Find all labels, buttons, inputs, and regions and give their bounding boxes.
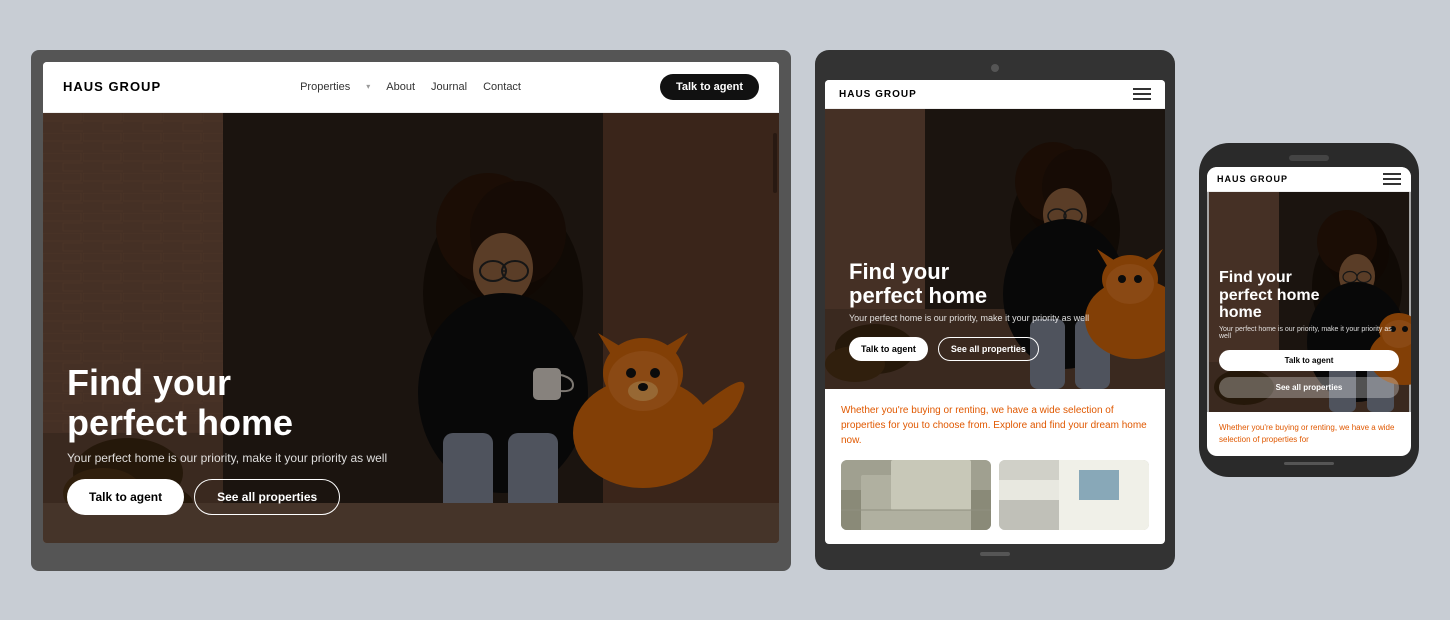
desktop-hero: Find your perfect home Your perfect home…	[43, 113, 779, 543]
tablet-camera	[991, 64, 999, 72]
mobile-hero-buttons: Talk to agent See all properties	[1219, 350, 1399, 398]
nav-about[interactable]: About	[386, 81, 415, 93]
tablet-prop-image-2	[999, 460, 1149, 530]
mobile-hero-content: Find your perfect home home Your perfect…	[1207, 259, 1411, 412]
tablet-prop-image-1	[841, 460, 991, 530]
mobile-see-properties-button[interactable]: See all properties	[1219, 377, 1399, 398]
desktop-nav: HAUS GROUP Properties ▾ About Journal Co…	[43, 62, 779, 113]
tablet-hamburger-menu[interactable]	[1133, 88, 1151, 100]
desktop-logo: HAUS GROUP	[63, 79, 161, 94]
mobile-content: Whether you're buying or renting, we hav…	[1207, 412, 1411, 456]
mobile-hamburger-menu[interactable]	[1383, 173, 1401, 185]
hamburger-line-1	[1133, 88, 1151, 90]
tablet-prop-card-2[interactable]	[999, 460, 1149, 530]
desktop-hero-buttons: Talk to agent See all properties	[67, 479, 755, 515]
nav-contact[interactable]: Contact	[483, 81, 521, 93]
desktop-hero-subtitle: Your perfect home is our priority, make …	[67, 451, 755, 465]
tablet-home-button[interactable]	[980, 552, 1010, 556]
mobile-home-bar[interactable]	[1284, 462, 1334, 465]
tablet-description: Whether you're buying or renting, we hav…	[841, 403, 1149, 448]
desktop-nav-links: Properties ▾ About Journal Contact	[300, 81, 521, 93]
tablet-logo: HAUS GROUP	[839, 89, 917, 100]
mobile-hero-title: Find your perfect home home	[1219, 269, 1399, 322]
tablet-screen: HAUS GROUP	[825, 80, 1165, 544]
desktop-see-properties-button[interactable]: See all properties	[194, 479, 340, 515]
mobile-hamburger-line-1	[1383, 173, 1401, 175]
mobile-logo: HAUS GROUP	[1217, 174, 1288, 184]
mobile-screen: HAUS GROUP	[1207, 167, 1411, 456]
mobile-hamburger-line-3	[1383, 183, 1401, 185]
tablet-talk-agent-button[interactable]: Talk to agent	[849, 337, 928, 361]
tablet-hero-subtitle: Your perfect home is our priority, make …	[849, 313, 1141, 323]
mobile-mockup: HAUS GROUP	[1199, 143, 1419, 477]
tablet-content: Whether you're buying or renting, we hav…	[825, 389, 1165, 544]
desktop-talk-agent-button[interactable]: Talk to agent	[67, 479, 184, 515]
mobile-camera	[1289, 155, 1329, 161]
tablet-mockup: HAUS GROUP	[815, 50, 1175, 570]
desktop-hero-title: Find your perfect home	[67, 363, 755, 442]
desktop-cta-button[interactable]: Talk to agent	[660, 74, 759, 100]
hamburger-line-3	[1133, 98, 1151, 100]
tablet-hero-buttons: Talk to agent See all properties	[849, 337, 1141, 361]
desktop-mockup: HAUS GROUP Properties ▾ About Journal Co…	[31, 50, 791, 571]
mobile-hero: Find your perfect home home Your perfect…	[1207, 192, 1411, 412]
mobile-hamburger-line-2	[1383, 178, 1401, 180]
tablet-properties-grid	[841, 460, 1149, 530]
tablet-see-properties-button[interactable]: See all properties	[938, 337, 1039, 361]
tablet-hero: Find your perfect home Your perfect home…	[825, 109, 1165, 389]
mobile-description: Whether you're buying or renting, we hav…	[1219, 422, 1399, 446]
nav-journal[interactable]: Journal	[431, 81, 467, 93]
hamburger-line-2	[1133, 93, 1151, 95]
nav-properties[interactable]: Properties	[300, 81, 350, 93]
mobile-nav: HAUS GROUP	[1207, 167, 1411, 192]
tablet-hero-content: Find your perfect home Your perfect home…	[825, 240, 1165, 389]
tablet-nav: HAUS GROUP	[825, 80, 1165, 109]
tablet-hero-title: Find your perfect home	[849, 260, 1141, 308]
desktop-scrollbar[interactable]	[773, 113, 777, 543]
tablet-prop-card-1[interactable]	[841, 460, 991, 530]
mobile-hero-subtitle: Your perfect home is our priority, make …	[1219, 326, 1399, 340]
desktop-hero-content: Find your perfect home Your perfect home…	[43, 343, 779, 542]
mobile-talk-agent-button[interactable]: Talk to agent	[1219, 350, 1399, 371]
